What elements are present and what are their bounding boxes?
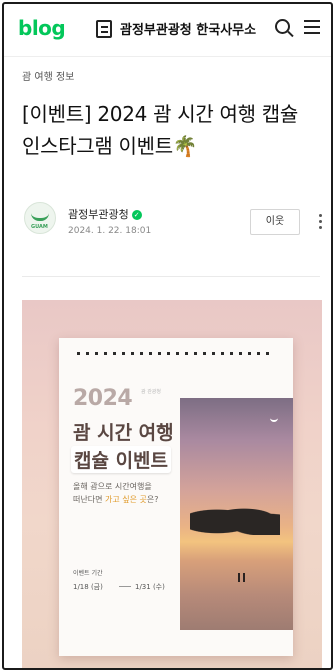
post-date: 2024. 1. 22. 18:01 [68,226,152,236]
palm-tree-icon: 🌴 [172,134,198,158]
date-separator [119,586,131,587]
moon-icon [270,416,278,422]
phone-frame: blog 괌정부관광청 한국사무소 괌 여행 정보 [이벤트] 2024 괌 시… [2,2,333,670]
calendar-card: 2024 괌 관광청 괌 시간 여행 캡슐 이벤트 올해 괌으로 시간여행을 떠… [59,338,293,656]
poster-headline-1: 괌 시간 여행 [73,422,174,444]
post-title: [이벤트] 2024 괌 시간 여행 캡슐 인스타그램 이벤트🌴 [22,98,322,162]
desc-line-1: 올해 괌으로 시간여행을 [73,482,152,491]
poster-description: 올해 괌으로 시간여행을 떠난다면 가고 싶은 곳은? [73,480,158,506]
desc-line-2-end: 은? [146,495,159,504]
tree-silhouette [190,501,280,535]
search-icon[interactable] [275,19,290,34]
person-silhouette [238,573,240,582]
desc-highlight: 가고 싶은 곳 [104,495,147,504]
post-title-text: [이벤트] 2024 괌 시간 여행 캡슐 인스타그램 이벤트 [22,102,298,158]
poster-year: 2024 [73,386,133,411]
author-name[interactable]: 괌정부관광청 ✓ [68,206,142,222]
blog-logo[interactable]: blog [18,16,66,40]
event-start-date: 1/18 (금) [73,583,103,591]
menu-icon[interactable] [304,19,320,35]
verified-icon: ✓ [131,210,142,220]
neighbor-button[interactable]: 이웃 [250,209,300,235]
desc-line-2-start: 떠난다면 [73,495,105,504]
calendar-rings [77,352,275,355]
avatar-logo-mark [31,213,49,221]
top-bar: blog 괌정부관광청 한국사무소 [4,4,331,57]
poster-year-sub: 괌 관광청 [141,389,161,395]
person-silhouette [243,573,245,582]
event-end-date: 1/31 (수) [135,583,165,591]
post-category[interactable]: 괌 여행 정보 [22,68,74,83]
divider [22,276,320,277]
poster-headline-2: 캡슐 이벤트 [71,446,172,473]
avatar-logo-text: GUAM [31,224,48,230]
author-avatar[interactable]: GUAM [24,202,56,234]
more-options-icon[interactable] [319,214,322,230]
blog-title[interactable]: 괌정부관광청 한국사무소 [120,19,256,38]
sunset-photo [180,398,293,630]
event-period-label: 이벤트 기간 [73,570,103,577]
author-name-text: 괌정부관광청 [68,208,129,221]
document-icon [96,20,112,38]
desc-line-2: 떠난다면 가고 싶은 곳은? [73,493,158,506]
post-image[interactable]: 2024 괌 관광청 괌 시간 여행 캡슐 이벤트 올해 괌으로 시간여행을 떠… [22,300,322,668]
